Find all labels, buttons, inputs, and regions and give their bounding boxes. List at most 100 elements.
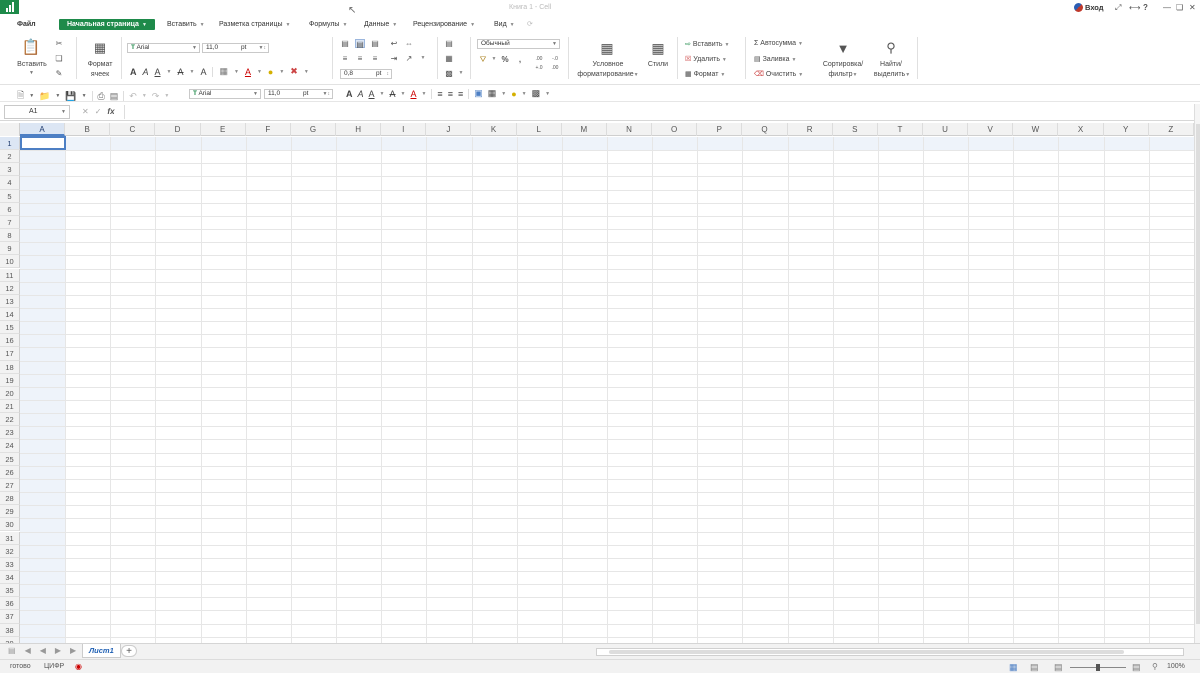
orientation-dropdown-icon[interactable]: ▼: [418, 54, 428, 63]
cell-style-icon[interactable]: ▤: [444, 39, 454, 48]
row-header[interactable]: 19: [0, 373, 20, 387]
undo-dropdown-icon[interactable]: ▼: [142, 93, 147, 99]
quick-align-right-icon[interactable]: ≡: [458, 89, 463, 99]
row-header[interactable]: 34: [0, 570, 20, 585]
row-header[interactable]: 21: [0, 400, 20, 414]
name-box[interactable]: A1 ▼: [4, 105, 70, 119]
first-sheet-icon[interactable]: ◀: [25, 646, 31, 655]
tab-view[interactable]: Вид ▼: [494, 19, 515, 30]
strikethrough-icon[interactable]: A: [177, 67, 183, 77]
quick-strikethrough-dropdown-icon[interactable]: ▼: [401, 91, 406, 97]
align-center-icon[interactable]: ≡: [355, 54, 365, 63]
login-button[interactable]: Вход: [1074, 3, 1104, 12]
row-header[interactable]: 37: [0, 610, 20, 624]
row-header[interactable]: 15: [0, 321, 20, 335]
format-table-dropdown-icon[interactable]: ▼: [456, 69, 466, 78]
quick-font-color-icon[interactable]: A: [410, 89, 416, 99]
format-cells-label-2[interactable]: ячеек: [83, 71, 117, 78]
open-folder-icon[interactable]: 📁: [39, 91, 50, 102]
quick-pattern-icon[interactable]: ▩: [532, 88, 541, 99]
print-preview-icon[interactable]: ▤: [110, 91, 119, 102]
row-header[interactable]: 3: [0, 163, 20, 177]
italic-icon[interactable]: A: [143, 67, 149, 77]
close-icon[interactable]: ✕: [1189, 3, 1196, 12]
quick-underline-icon[interactable]: A: [369, 89, 375, 99]
row-header[interactable]: 11: [0, 268, 20, 282]
column-header[interactable]: P: [697, 123, 743, 136]
currency-dropdown-icon[interactable]: ▼: [489, 55, 499, 64]
quick-borders-dropdown-icon[interactable]: ▼: [501, 91, 506, 97]
clear-button[interactable]: ⌫ Очистить ▼: [754, 70, 803, 78]
horizontal-scrollbar[interactable]: [596, 648, 1184, 656]
conditional-format-label-2[interactable]: форматирование▼: [572, 71, 644, 78]
tab-data[interactable]: Данные ▼: [364, 19, 397, 30]
row-header[interactable]: 16: [0, 334, 20, 348]
quick-merge-icon[interactable]: ▣: [474, 88, 483, 99]
row-header[interactable]: 9: [0, 242, 20, 256]
font-color-icon[interactable]: A: [245, 67, 251, 77]
minimize-icon[interactable]: —: [1163, 3, 1171, 12]
number-format-select[interactable]: Обычный ▼: [477, 39, 560, 49]
align-left-icon[interactable]: ≡: [340, 54, 350, 63]
thousands-separator-button[interactable]: ,: [515, 55, 525, 64]
column-header[interactable]: C: [110, 123, 156, 136]
conditional-format-label-1[interactable]: Условное: [575, 61, 641, 68]
column-header[interactable]: Z: [1149, 123, 1194, 136]
select-all-corner[interactable]: [0, 123, 20, 136]
sort-filter-icon[interactable]: ▼: [834, 39, 852, 57]
redo-dropdown-icon[interactable]: ▼: [164, 93, 169, 99]
page-layout-view-icon[interactable]: ▤: [1030, 662, 1039, 673]
clear-format-dropdown-icon[interactable]: ▼: [304, 69, 309, 75]
quick-bold-icon[interactable]: A: [346, 89, 353, 99]
column-header[interactable]: M: [562, 123, 607, 136]
horizontal-scroll-thumb[interactable]: [609, 650, 1124, 654]
find-binoculars-icon[interactable]: ⚲: [882, 39, 900, 57]
redo-icon[interactable]: ↷: [152, 91, 160, 102]
row-header[interactable]: 20: [0, 386, 20, 400]
column-header[interactable]: L: [517, 123, 562, 136]
quick-fill-dropdown-icon[interactable]: ▼: [522, 91, 527, 97]
increase-decimal-button[interactable]: .00 +.0: [532, 55, 546, 71]
row-header[interactable]: 32: [0, 544, 20, 558]
tab-home[interactable]: Начальная страница ▼: [59, 19, 155, 30]
normal-view-icon[interactable]: ▦: [1009, 662, 1018, 673]
add-sheet-button[interactable]: +: [121, 645, 137, 657]
delete-cells-button[interactable]: ☒ Удалить ▼: [685, 55, 727, 63]
fit-page-icon[interactable]: ▤: [1132, 662, 1141, 673]
paste-button-label[interactable]: Вставить: [16, 61, 48, 68]
borders-dropdown-icon[interactable]: ▼: [234, 69, 239, 75]
undo-icon[interactable]: ↶: [129, 91, 137, 102]
column-header[interactable]: W: [1013, 123, 1059, 136]
row-header[interactable]: 33: [0, 557, 20, 571]
row-header[interactable]: 4: [0, 176, 20, 190]
quick-font-size-field[interactable]: 11,0 pt ▼↕: [264, 89, 333, 99]
cancel-formula-icon[interactable]: ✕: [82, 107, 89, 116]
column-header[interactable]: H: [336, 123, 382, 136]
borders-icon[interactable]: ▦: [219, 66, 228, 77]
sheet-list-icon[interactable]: ▤: [8, 646, 16, 655]
styles-label[interactable]: Стили: [644, 61, 672, 68]
format-cells-button[interactable]: ▦ Формат ▼: [685, 70, 725, 78]
font-size-grow-icon[interactable]: A: [200, 67, 206, 77]
save-dropdown-icon[interactable]: ▼: [82, 93, 87, 99]
row-header[interactable]: 10: [0, 255, 20, 269]
orientation-icon[interactable]: ↗: [404, 54, 414, 63]
row-header[interactable]: 5: [0, 189, 20, 203]
row-header[interactable]: 24: [0, 439, 20, 453]
underline-icon[interactable]: A: [155, 67, 161, 77]
fill-color-dropdown-icon[interactable]: ▼: [279, 69, 284, 75]
quick-borders-icon[interactable]: ▦: [488, 88, 497, 99]
column-header[interactable]: R: [788, 123, 833, 136]
tab-page-layout[interactable]: Разметка страницы ▼: [219, 19, 290, 30]
wrap-text-icon[interactable]: ↩: [389, 39, 399, 48]
zoom-slider-handle[interactable]: [1096, 664, 1100, 671]
indent-icon[interactable]: ⇥: [389, 54, 399, 63]
column-header[interactable]: F: [246, 123, 291, 136]
confirm-formula-icon[interactable]: ✓: [95, 107, 102, 116]
column-header[interactable]: J: [426, 123, 472, 136]
quick-align-left-icon[interactable]: ≡: [437, 89, 442, 99]
quick-pattern-dropdown-icon[interactable]: ▼: [545, 91, 550, 97]
spreadsheet-grid[interactable]: ABCDEFGHIJKLMNOPQRSTUVWXYZ 1 2 3 4 5 6 7 8 9 10 11…: [0, 123, 1194, 643]
print-icon[interactable]: ⎙: [98, 91, 105, 102]
indent-size-field[interactable]: 0,8 pt ↕: [340, 69, 392, 79]
